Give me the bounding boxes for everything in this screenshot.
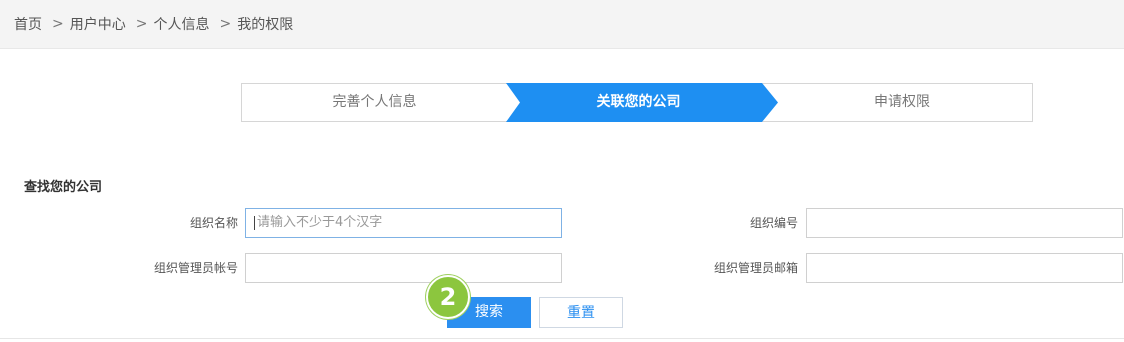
section-title: 查找您的公司 (24, 180, 103, 195)
breadcrumb-separator: > (135, 16, 148, 32)
divider (0, 338, 1124, 339)
org-name-input[interactable]: 请输入不少于4个汉字 (245, 208, 562, 238)
step-request-permission: 申请权限 (874, 94, 930, 110)
org-name-label: 组织名称 (189, 216, 238, 230)
breadcrumb-item-home[interactable]: 首页 (14, 14, 42, 34)
step-complete-profile: 完善个人信息 (332, 94, 417, 110)
reset-button[interactable]: 重置 (539, 297, 623, 328)
admin-email-label: 组织管理员邮箱 (713, 261, 798, 275)
org-code-label: 组织编号 (749, 216, 798, 230)
breadcrumb-separator: > (219, 16, 232, 32)
step-number-badge: 2 (426, 275, 470, 319)
breadcrumb-item-my-permissions: 我的权限 (237, 17, 294, 33)
progress-steps: 完善个人信息 关联您的公司 申请权限 (241, 83, 1033, 122)
step-link-company: 关联您的公司 (596, 94, 681, 110)
breadcrumb-separator: > (52, 16, 64, 32)
text-caret (254, 215, 255, 230)
breadcrumb-item-user-center[interactable]: 用户中心 (70, 14, 126, 34)
admin-account-label: 组织管理员帐号 (153, 261, 238, 275)
breadcrumb-item-personal-info[interactable]: 个人信息 (153, 14, 209, 34)
admin-account-input[interactable] (245, 253, 562, 283)
org-name-placeholder: 请输入不少于4个汉字 (257, 215, 383, 230)
admin-email-input[interactable] (806, 253, 1123, 283)
org-code-input[interactable] (806, 208, 1123, 238)
breadcrumb: 首页 > 用户中心 > 个人信息 > 我的权限 (0, 0, 1124, 49)
